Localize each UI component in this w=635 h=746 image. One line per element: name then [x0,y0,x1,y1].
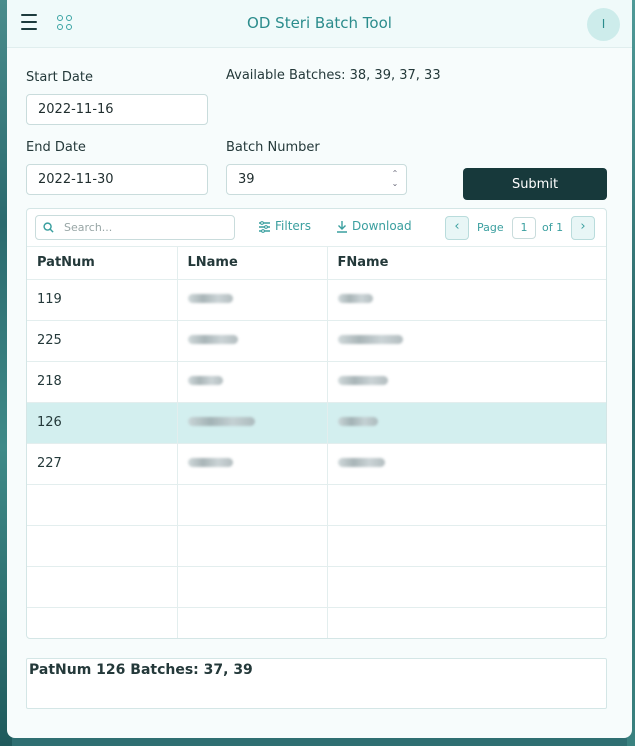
table-row[interactable]: 218 [27,361,606,403]
search-input[interactable]: Search... [35,215,235,240]
start-date-input[interactable]: 2022-11-16 [26,94,208,125]
result-panel: PatNum 126 Batches: 37, 39 [26,658,607,709]
cell-fname-redacted [327,320,606,362]
filters-label: Filters [275,219,311,233]
chevron-right-icon: › [580,219,586,234]
batch-number-label: Batch Number [226,140,320,155]
download-button[interactable]: Download [336,219,412,233]
cell-patnum [27,484,178,526]
download-label: Download [352,219,412,233]
redacted-text [337,417,378,426]
results-table: PatNum LName FName 119 225 218 126 227 [27,247,606,638]
cell-lname-redacted [177,361,328,403]
batch-number-value: 39 [238,172,255,187]
page-label: Page [477,221,504,234]
column-header-patnum[interactable]: PatNum [27,247,178,280]
top-app-bar: OD Steri Batch Tool I [7,0,632,48]
cell-fname-redacted [327,279,606,321]
cell-patnum [27,525,178,567]
column-header-lname[interactable]: LName [177,247,328,280]
filter-icon [259,221,270,233]
search-icon [43,222,54,233]
column-header-fname[interactable]: FName [327,247,606,280]
chevron-left-icon: ‹ [454,219,460,234]
submit-button[interactable]: Submit [463,168,607,200]
cell-patnum: 225 [27,320,178,362]
cell-fname-redacted [327,566,606,608]
table-row[interactable]: 227 [27,443,606,485]
result-text: PatNum 126 Batches: 37, 39 [29,662,253,678]
table-row[interactable] [27,607,606,638]
table-row[interactable] [27,525,606,567]
redacted-text [187,417,255,426]
app-window: OD Steri Batch Tool I Start Date 2022-11… [7,0,632,738]
previous-page-button[interactable]: ‹ [445,216,469,240]
cell-fname-redacted [327,443,606,485]
end-date-label: End Date [26,140,86,155]
cell-patnum [27,566,178,608]
data-grid: Search... Filters Download ‹ Page 1 of 1… [26,208,607,639]
cell-fname-redacted [327,484,606,526]
cell-lname-redacted [177,443,328,485]
redacted-text [187,294,233,303]
table-header-row: PatNum LName FName [27,247,606,280]
user-avatar[interactable]: I [587,8,620,41]
cell-lname-redacted [177,566,328,608]
available-batches-text: Available Batches: 38, 39, 37, 33 [226,68,441,83]
table-row[interactable]: 126 [27,402,606,444]
cell-patnum: 119 [27,279,178,321]
cell-lname-redacted [177,484,328,526]
redacted-text [187,335,238,344]
cell-lname-redacted [177,525,328,567]
redacted-text [337,335,403,344]
page-count: of 1 [542,221,564,234]
cell-fname-redacted [327,361,606,403]
decrement-icon[interactable]: ⌄ [390,179,400,189]
table-row[interactable] [27,484,606,526]
redacted-text [337,294,373,303]
redacted-text [337,458,385,467]
grid-toolbar: Search... Filters Download ‹ Page 1 of 1… [27,209,606,247]
cell-fname-redacted [327,402,606,444]
app-title: OD Steri Batch Tool [247,14,392,32]
table-body: 119 225 218 126 227 [27,279,606,638]
cell-patnum: 126 [27,402,178,444]
cell-fname-redacted [327,607,606,638]
redacted-text [337,376,388,385]
cell-lname-redacted [177,402,328,444]
cell-patnum: 218 [27,361,178,403]
cell-lname-redacted [177,607,328,638]
cell-fname-redacted [327,525,606,567]
table-row[interactable] [27,566,606,608]
cell-patnum: 227 [27,443,178,485]
table-row[interactable]: 119 [27,279,606,321]
download-icon [337,221,347,233]
filters-button[interactable]: Filters [258,219,311,233]
cell-lname-redacted [177,320,328,362]
table-row[interactable]: 225 [27,320,606,362]
cell-patnum [27,607,178,638]
start-date-label: Start Date [26,70,93,85]
stepper-arrows[interactable]: ⌃ ⌄ [390,169,400,191]
increment-icon[interactable]: ⌃ [390,169,400,179]
redacted-text [187,376,223,385]
redacted-text [187,458,233,467]
batch-number-stepper[interactable]: 39 ⌃ ⌄ [226,164,407,195]
end-date-input[interactable]: 2022-11-30 [26,164,208,195]
page-number-input[interactable]: 1 [512,217,536,239]
cell-lname-redacted [177,279,328,321]
next-page-button[interactable]: › [571,216,595,240]
